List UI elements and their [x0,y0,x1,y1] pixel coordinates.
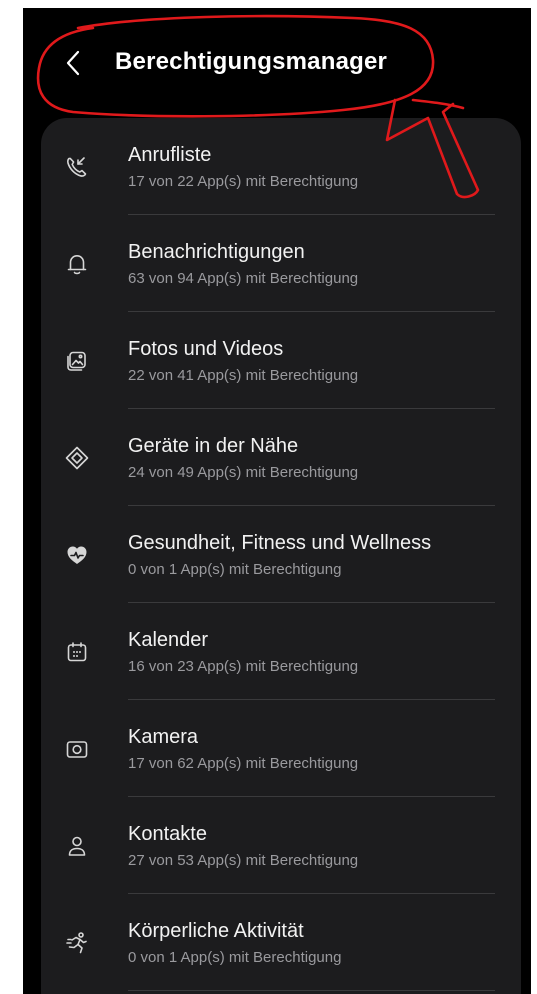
item-label: Kalender [128,629,209,651]
item-summary: 0 von 1 App(s) mit Berechtigung [128,561,342,578]
list-item-geraete-in-der-naehe[interactable]: Geräte in der Nähe 24 von 49 App(s) mit … [41,409,521,506]
page-title: Berechtigungsmanager [115,48,388,75]
calendar-icon [63,638,91,666]
item-summary: 22 von 41 App(s) mit Berechtigung [128,367,359,384]
item-label: Benachrichtigungen [128,241,305,263]
list-item-kontakte[interactable]: Kontakte 27 von 53 App(s) mit Berechtigu… [41,797,521,894]
item-label: Fotos und Videos [128,338,284,360]
physical-activity-icon [63,929,91,957]
nearby-devices-icon [63,444,91,472]
list-item-kamera[interactable]: Kamera 17 von 62 App(s) mit Berechtigung [41,700,521,797]
item-label: Kamera [128,726,199,748]
item-label: Körperliche Aktivität [128,920,304,942]
list-item-fotos-und-videos[interactable]: Fotos und Videos 22 von 41 App(s) mit Be… [41,312,521,409]
item-label: Gesundheit, Fitness und Wellness [128,532,432,554]
bell-icon [63,250,91,278]
item-label: Anrufliste [128,144,212,166]
photos-icon [63,347,91,375]
camera-icon [63,735,91,763]
item-summary: 17 von 22 App(s) mit Berechtigung [128,173,359,190]
item-summary: 0 von 1 App(s) mit Berechtigung [128,949,342,966]
screen: Berechtigungsmanager Anrufliste 17 von 2… [23,8,531,994]
contacts-icon [63,832,91,860]
list-item-gesundheit[interactable]: Gesundheit, Fitness und Wellness 0 von 1… [41,506,521,603]
back-button[interactable] [61,48,87,78]
app-bar: Berechtigungsmanager [23,8,531,118]
item-label: Kontakte [128,823,207,845]
item-label: Geräte in der Nähe [128,435,299,457]
list-item-benachrichtigungen[interactable]: Benachrichtigungen 63 von 94 App(s) mit … [41,215,521,312]
permission-list: Anrufliste 17 von 22 App(s) mit Berechti… [41,118,521,994]
item-summary: 17 von 62 App(s) mit Berechtigung [128,755,359,772]
call-log-icon [63,153,91,181]
chevron-left-icon [66,50,80,76]
divider [128,990,495,991]
item-summary: 63 von 94 App(s) mit Berechtigung [128,270,359,287]
item-summary: 27 von 53 App(s) mit Berechtigung [128,852,359,869]
item-summary: 16 von 23 App(s) mit Berechtigung [128,658,359,675]
list-item-anrufliste[interactable]: Anrufliste 17 von 22 App(s) mit Berechti… [41,118,521,215]
item-summary: 24 von 49 App(s) mit Berechtigung [128,464,359,481]
health-icon [63,541,91,569]
list-item-kalender[interactable]: Kalender 16 von 23 App(s) mit Berechtigu… [41,603,521,700]
list-item-koerperliche-aktivitaet[interactable]: Körperliche Aktivität 0 von 1 App(s) mit… [41,894,521,991]
